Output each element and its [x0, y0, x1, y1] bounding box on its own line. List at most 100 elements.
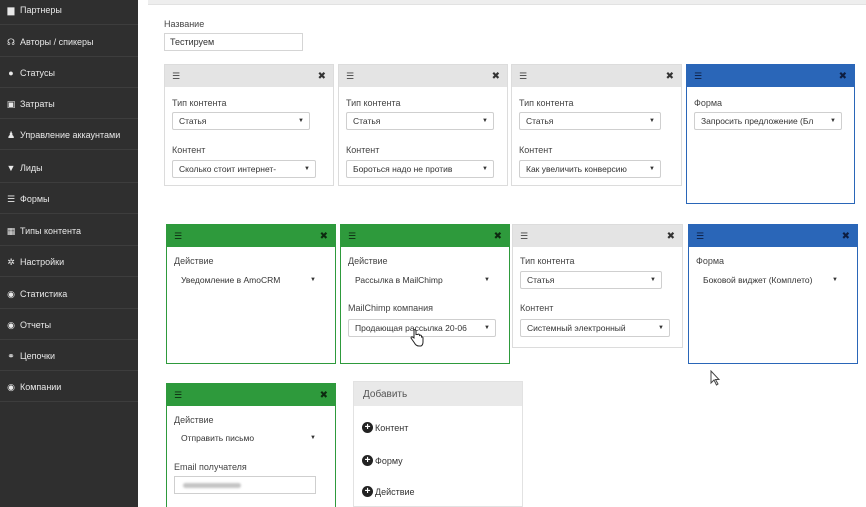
blurred-email [183, 483, 241, 488]
name-input[interactable]: Тестируем [164, 33, 303, 51]
drag-handle-icon[interactable]: ☰ [348, 231, 356, 242]
sidebar-item-label: Цепочки [20, 351, 55, 361]
sidebar-item-forms[interactable]: ☰ Формы [0, 185, 138, 214]
sidebar-item-companies[interactable]: ◉ Компании [0, 373, 138, 402]
card-header: ☰ ✖ [339, 65, 507, 87]
drag-handle-icon[interactable]: ☰ [174, 231, 182, 242]
content-type-select[interactable]: Статья ▼ [172, 112, 310, 130]
chevron-down-icon: ▼ [482, 118, 488, 124]
select-value: Статья [353, 116, 381, 126]
content-select[interactable]: Бороться надо не против ▼ [346, 160, 494, 178]
sidebar-item-chains[interactable]: ⚭ Цепочки [0, 342, 138, 371]
drag-handle-icon[interactable]: ☰ [694, 71, 702, 82]
close-icon[interactable]: ✖ [842, 231, 850, 242]
sidebar-item-reports[interactable]: ◉ Отчеты [0, 311, 138, 340]
drag-handle-icon[interactable]: ☰ [696, 231, 704, 242]
select-value: Бороться надо не против [353, 164, 453, 174]
select-value: Боковой виджет (Комплето) [703, 275, 813, 285]
name-label: Название [164, 19, 205, 29]
add-content-button[interactable]: + Контент [362, 422, 408, 433]
content-select[interactable]: Как увеличить конверсию ▼ [519, 160, 661, 178]
close-icon[interactable]: ✖ [666, 71, 674, 82]
sidebar-item-settings[interactable]: ✲ Настройки [0, 248, 138, 277]
drag-handle-icon[interactable]: ☰ [520, 231, 528, 242]
content-type-select[interactable]: Статья ▼ [519, 112, 661, 130]
hand-cursor-icon [410, 329, 424, 347]
sidebar-item-authors[interactable]: ☊ Авторы / спикеры [0, 28, 138, 57]
select-value: Отправить письмо [181, 433, 255, 443]
sidebar-nav: ▆ Партнеры ☊ Авторы / спикеры ● Статусы ▣ За… [0, 0, 138, 507]
top-bar [148, 0, 866, 5]
chevron-down-icon: ▼ [304, 166, 310, 172]
card-header: ☰ ✖ [689, 225, 857, 247]
chevron-down-icon: ▼ [482, 166, 488, 172]
action-select[interactable]: Отправить письмо ▼ [174, 429, 322, 447]
close-icon[interactable]: ✖ [667, 231, 675, 242]
drag-handle-icon[interactable]: ☰ [172, 71, 180, 82]
sidebar-item-statistics[interactable]: ◉ Статистика [0, 280, 138, 309]
form-select[interactable]: Запросить предложение (Бл ▼ [694, 112, 842, 130]
close-icon[interactable]: ✖ [320, 231, 328, 242]
card-header: ☰ ✖ [167, 225, 335, 247]
chevron-down-icon: ▼ [310, 435, 316, 441]
sidebar-item-partners[interactable]: ▆ Партнеры [0, 0, 138, 25]
content-label: Контент [172, 145, 206, 155]
select-value: Статья [527, 275, 555, 285]
sidebar-item-leads[interactable]: ▼ Лиды [0, 154, 138, 183]
drag-handle-icon[interactable]: ☰ [174, 390, 182, 401]
chevron-down-icon: ▼ [832, 277, 838, 283]
close-icon[interactable]: ✖ [492, 71, 500, 82]
sidebar-item-label: Партнеры [20, 5, 62, 15]
content-select[interactable]: Системный электронный ▼ [520, 319, 670, 337]
close-icon[interactable]: ✖ [494, 231, 502, 242]
money-icon: ▣ [6, 98, 16, 109]
form-label: Форма [694, 98, 723, 108]
add-item-label: Форму [375, 455, 403, 466]
content-block-card: ☰ ✖ Тип контента Статья ▼ Контент Сколько … [164, 64, 334, 186]
close-icon[interactable]: ✖ [839, 71, 847, 82]
content-type-select[interactable]: Статья ▼ [520, 271, 662, 289]
sidebar-item-accounts[interactable]: ♟ Управление аккаунтами [0, 121, 138, 150]
form-select[interactable]: Боковой виджет (Комплето) ▼ [696, 271, 844, 289]
sidebar-item-label: Авторы / спикеры [20, 37, 94, 47]
action-select[interactable]: Рассылка в MailChimp ▼ [348, 271, 496, 289]
add-action-button[interactable]: + Действие [362, 486, 415, 497]
sidebar-item-label: Настройки [20, 257, 65, 267]
sidebar-item-label: Затраты [20, 99, 55, 109]
content-select[interactable]: Сколько стоит интернет- ▼ [172, 160, 316, 178]
select-value: Рассылка в MailChimp [355, 275, 443, 285]
drag-handle-icon[interactable]: ☰ [346, 71, 354, 82]
card-header: ☰ ✖ [341, 225, 509, 247]
grid-icon: ▦ [6, 225, 16, 236]
select-value: Уведомление в AmoCRM [181, 275, 281, 285]
card-header: ☰ ✖ [167, 384, 335, 406]
chevron-down-icon: ▼ [484, 277, 490, 283]
add-form-button[interactable]: + Форму [362, 455, 403, 466]
action-block-card: ☰ ✖ Действие Рассылка в MailChimp ▼ MailCh… [340, 224, 510, 364]
chevron-down-icon: ▼ [830, 118, 836, 124]
content-type-select[interactable]: Статья ▼ [346, 112, 494, 130]
headphones-icon: ☊ [7, 36, 15, 47]
dashboard-icon: ◉ [7, 319, 15, 330]
arrow-cursor-icon [710, 370, 720, 386]
plus-circle-icon: + [362, 455, 373, 466]
action-select[interactable]: Уведомление в AmoCRM ▼ [174, 271, 322, 289]
sidebar-item-content-types[interactable]: ▦ Типы контента [0, 217, 138, 246]
sidebar-item-expenses[interactable]: ▣ Затраты [0, 90, 138, 119]
content-block-card: ☰ ✖ Тип контента Статья ▼ Контент Системны… [512, 224, 683, 348]
form-block-card: ☰ ✖ Форма Боковой виджет (Комплето) ▼ [688, 224, 858, 364]
card-header: ☰ ✖ [687, 65, 854, 87]
select-value: Как увеличить конверсию [526, 164, 627, 174]
close-icon[interactable]: ✖ [320, 390, 328, 401]
add-panel-title: Добавить [354, 382, 522, 406]
close-icon[interactable]: ✖ [318, 71, 326, 82]
select-value: Статья [179, 116, 207, 126]
sidebar-item-statuses[interactable]: ● Статусы [0, 59, 138, 88]
card-header: ☰ ✖ [512, 65, 681, 87]
recipient-email-input[interactable] [174, 476, 316, 494]
sidebar-item-label: Статистика [20, 289, 68, 299]
drag-handle-icon[interactable]: ☰ [519, 71, 527, 82]
add-item-label: Действие [375, 486, 415, 497]
users-icon: ♟ [6, 129, 16, 140]
content-type-label: Тип контента [346, 98, 401, 108]
